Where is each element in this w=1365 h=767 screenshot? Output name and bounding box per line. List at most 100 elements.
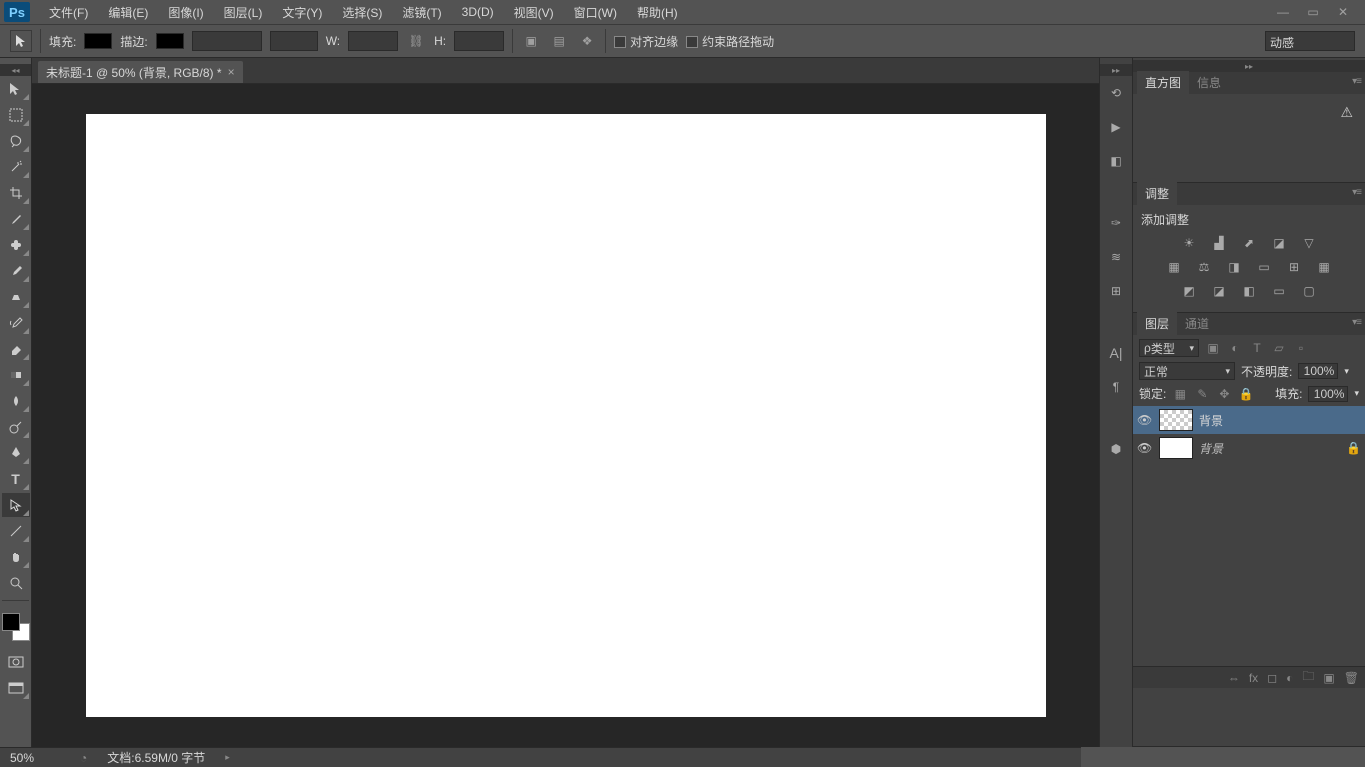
filter-pixel-icon[interactable]: ▣ <box>1205 340 1221 356</box>
layer-filter-dropdown[interactable]: ρ 类型▾ <box>1139 339 1199 357</box>
stroke-color-swatch[interactable] <box>156 33 184 49</box>
pen-tool[interactable] <box>2 441 30 465</box>
new-fill-layer-icon[interactable]: ◐ <box>1286 671 1293 685</box>
menu-edit[interactable]: 编辑(E) <box>99 1 157 24</box>
dodge-tool[interactable] <box>2 415 30 439</box>
layer-name[interactable]: 背景 <box>1199 440 1223 457</box>
opacity-input[interactable]: 100% <box>1298 363 1338 379</box>
gradient-map-icon[interactable]: ▭ <box>1269 282 1289 300</box>
layer-row[interactable]: 👁 背景 <box>1133 406 1365 434</box>
link-layers-icon[interactable]: ⇔ <box>1228 671 1240 685</box>
stroke-width-dropdown[interactable] <box>192 31 262 51</box>
status-icon[interactable]: ◔ <box>80 751 87 765</box>
paragraph-panel-icon[interactable]: ¶ <box>1103 374 1129 400</box>
lock-icon[interactable]: 🔒 <box>1346 441 1361 455</box>
tab-histogram[interactable]: 直方图 <box>1137 71 1189 94</box>
maximize-button[interactable]: ▭ <box>1305 5 1321 19</box>
type-tool[interactable]: T <box>2 467 30 491</box>
document-tab[interactable]: 未标题-1 @ 50% (背景, RGB/8) * × <box>38 61 243 83</box>
foreground-color[interactable] <box>2 613 20 631</box>
channel-mixer-icon[interactable]: ⊞ <box>1284 258 1304 276</box>
marquee-tool[interactable] <box>2 103 30 127</box>
filter-adjust-icon[interactable]: ◐ <box>1227 340 1243 356</box>
delete-layer-icon[interactable]: 🗑 <box>1344 671 1359 685</box>
lock-position-icon[interactable]: ✥ <box>1216 386 1232 402</box>
layers-menu-icon[interactable]: ▾≡ <box>1352 317 1361 328</box>
fill-color-swatch[interactable] <box>84 33 112 49</box>
color-picker[interactable] <box>2 613 30 641</box>
histogram-menu-icon[interactable]: ▾≡ <box>1352 76 1361 87</box>
actions-panel-icon[interactable]: ▶ <box>1103 114 1129 140</box>
lasso-tool[interactable] <box>2 129 30 153</box>
clone-source-icon[interactable]: ⊞ <box>1103 278 1129 304</box>
path-options-icon[interactable]: ❖ <box>577 31 597 51</box>
brush-presets-icon[interactable]: ≋ <box>1103 244 1129 270</box>
lock-pixels-icon[interactable]: ✎ <box>1194 386 1210 402</box>
blur-tool[interactable] <box>2 389 30 413</box>
tab-info[interactable]: 信息 <box>1189 71 1229 94</box>
doc-info-label[interactable]: 文档:6.59M/0 字节 <box>107 749 205 766</box>
history-brush-tool[interactable] <box>2 311 30 335</box>
path-arrange-icon[interactable]: ▤ <box>549 31 569 51</box>
menu-filter[interactable]: 滤镜(T) <box>393 1 450 24</box>
magic-wand-tool[interactable] <box>2 155 30 179</box>
posterize-icon[interactable]: ◪ <box>1209 282 1229 300</box>
3d-scene-icon[interactable]: ⬢ <box>1103 436 1129 462</box>
history-panel-icon[interactable]: ⟲ <box>1103 80 1129 106</box>
quickmask-toggle[interactable] <box>2 650 30 674</box>
lock-all-icon[interactable]: 🔒 <box>1238 386 1254 402</box>
healing-brush-tool[interactable] <box>2 233 30 257</box>
path-selection-tool[interactable] <box>2 493 30 517</box>
color-balance-icon[interactable]: ⚖ <box>1194 258 1214 276</box>
menu-image[interactable]: 图像(I) <box>159 1 212 24</box>
hand-tool[interactable] <box>2 545 30 569</box>
3d-panel-icon[interactable]: ◧ <box>1103 148 1129 174</box>
tool-preset-picker[interactable] <box>10 30 32 52</box>
eraser-tool[interactable] <box>2 337 30 361</box>
color-lookup-icon[interactable]: ▦ <box>1314 258 1334 276</box>
tab-close-icon[interactable]: × <box>228 65 235 79</box>
filter-smart-icon[interactable]: ▫ <box>1293 340 1309 356</box>
layer-row[interactable]: 👁 背景 🔒 <box>1133 434 1365 462</box>
character-panel-icon[interactable]: A| <box>1103 340 1129 366</box>
invert-icon[interactable]: ◩ <box>1179 282 1199 300</box>
minimize-button[interactable]: — <box>1275 5 1291 19</box>
blend-mode-dropdown[interactable]: 正常▾ <box>1139 362 1235 380</box>
adjustments-menu-icon[interactable]: ▾≡ <box>1352 187 1361 198</box>
exposure-icon[interactable]: ◪ <box>1269 234 1289 252</box>
selective-color-icon[interactable]: ▢ <box>1299 282 1319 300</box>
brightness-icon[interactable]: ☀ <box>1179 234 1199 252</box>
menu-layer[interactable]: 图层(L) <box>215 1 272 24</box>
constrain-path-checkbox[interactable]: 约束路径拖动 <box>686 33 774 50</box>
move-tool[interactable] <box>2 77 30 101</box>
fill-input[interactable]: 100% <box>1308 386 1348 402</box>
zoom-tool[interactable] <box>2 571 30 595</box>
threshold-icon[interactable]: ◧ <box>1239 282 1259 300</box>
menu-file[interactable]: 文件(F) <box>40 1 97 24</box>
layer-thumbnail[interactable] <box>1159 409 1193 431</box>
link-wh-icon[interactable]: ⛓ <box>406 31 426 51</box>
vibrance-icon[interactable]: ▽ <box>1299 234 1319 252</box>
tool-collapse-grip[interactable]: ◂◂ <box>0 64 31 76</box>
filter-type-icon[interactable]: T <box>1249 340 1265 356</box>
layer-mask-icon[interactable]: ◻ <box>1267 671 1277 685</box>
new-layer-icon[interactable]: ▣ <box>1323 671 1334 685</box>
menu-select[interactable]: 选择(S) <box>333 1 391 24</box>
bw-icon[interactable]: ◨ <box>1224 258 1244 276</box>
menu-help[interactable]: 帮助(H) <box>628 1 687 24</box>
layer-name[interactable]: 背景 <box>1199 412 1223 429</box>
histogram-warning-icon[interactable]: ⚠ <box>1340 104 1353 121</box>
brush-panel-icon[interactable]: ✑ <box>1103 210 1129 236</box>
menu-type[interactable]: 文字(Y) <box>273 1 331 24</box>
curves-icon[interactable]: ⬈ <box>1239 234 1259 252</box>
hue-icon[interactable]: ▦ <box>1164 258 1184 276</box>
tab-channels[interactable]: 通道 <box>1177 312 1217 335</box>
lock-transparency-icon[interactable]: ▦ <box>1172 386 1188 402</box>
clone-stamp-tool[interactable] <box>2 285 30 309</box>
tab-layers[interactable]: 图层 <box>1137 312 1177 335</box>
menu-view[interactable]: 视图(V) <box>505 1 563 24</box>
menu-3d[interactable]: 3D(D) <box>453 2 503 22</box>
line-tool[interactable] <box>2 519 30 543</box>
align-edges-checkbox[interactable]: 对齐边缘 <box>614 33 678 50</box>
close-button[interactable]: ✕ <box>1335 5 1351 19</box>
